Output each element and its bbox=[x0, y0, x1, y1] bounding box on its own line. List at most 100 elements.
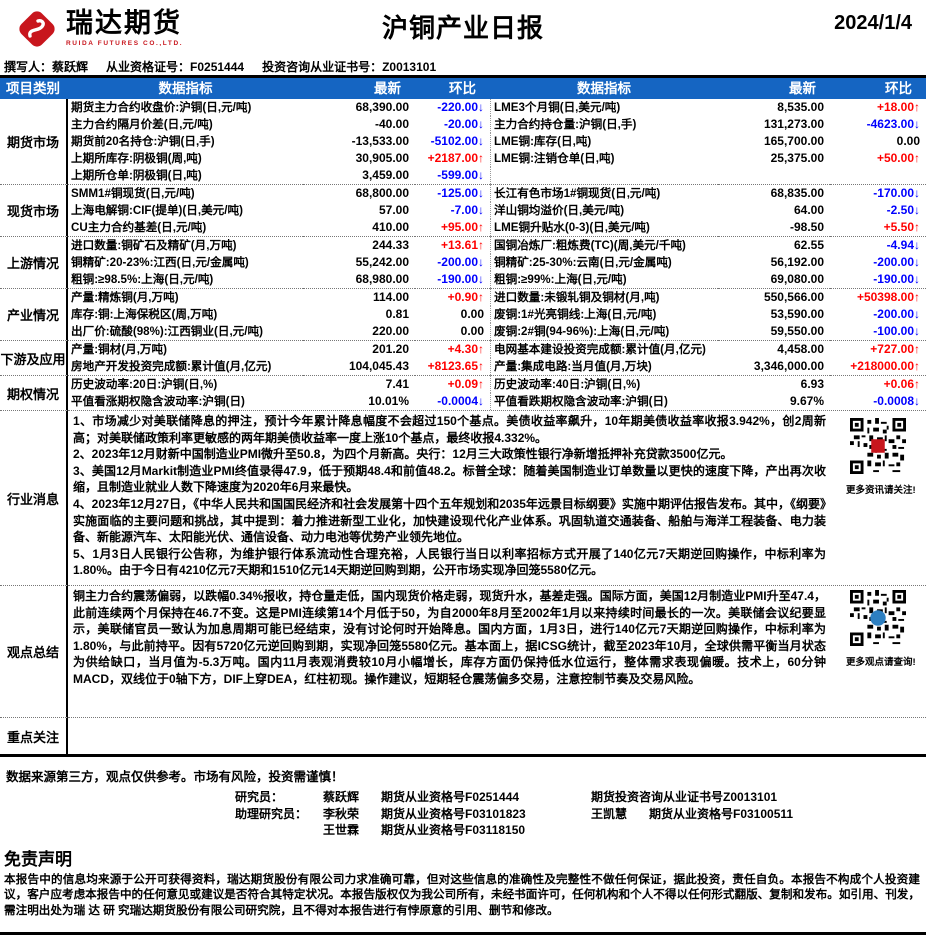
writer-cert: 从业资格证号：F0251444 bbox=[106, 60, 245, 74]
indicator-change: -4623.00↓ bbox=[866, 117, 920, 131]
indicator-label: 铜精矿:25-30%:云南(日,元/金属吨) bbox=[490, 254, 718, 271]
indicator-label: 平值看涨期权隐含波动率:沪铜(日) bbox=[71, 395, 245, 408]
indicator-value: 68,835.00 bbox=[718, 184, 830, 202]
indicator-value: 4,458.00 bbox=[718, 340, 830, 358]
disclaimer-title: 免责声明 bbox=[4, 849, 72, 869]
researcher-name: 蔡跃辉 bbox=[323, 790, 360, 804]
indicator-change: +727.00↑ bbox=[830, 340, 926, 358]
indicator-value: 64.00 bbox=[793, 203, 824, 217]
indicator-change: +8123.65↑ bbox=[427, 359, 484, 373]
researcher-cert: 期货从业资格号F03101823 bbox=[381, 806, 526, 821]
researcher-cert: 期货从业资格号F03118150 bbox=[381, 823, 526, 837]
indicator-table: 瑞达研究 项目类别 数据指标 最新 环比 数据指标 最新 环比 期货市场 期货主力… bbox=[0, 75, 926, 757]
indicator-change: +95.00↑ bbox=[440, 220, 484, 234]
indicator-change: -2.50↓ bbox=[886, 203, 920, 217]
category-label: 上游情况 bbox=[0, 236, 68, 288]
indicator-label: 废铜:2#铜(94-96%):上海(日,元/吨) bbox=[490, 323, 718, 340]
indicator-value: 68,800.00 bbox=[303, 184, 415, 202]
indicator-change: -599.00↓ bbox=[437, 168, 484, 182]
indicator-value: -98.50 bbox=[789, 220, 824, 234]
category-label: 期权情况 bbox=[0, 375, 68, 410]
indicator-change: -0.0004↓ bbox=[437, 394, 484, 408]
advisory-cert: 投资咨询从业证书号：Z0013101 bbox=[262, 60, 437, 74]
disclaimer-text: 本报告中的信息均来源于公开可获得资料，瑞达期货股份有限公司力求准确可靠，但对这些… bbox=[4, 872, 920, 917]
indicator-change: -0.0008↓ bbox=[873, 394, 920, 408]
qr-code-follow-icon bbox=[850, 418, 906, 474]
qr-views-box: 更多观点请查询! bbox=[846, 590, 916, 668]
indicator-value: 201.20 bbox=[303, 340, 415, 358]
indicator-value: -40.00 bbox=[374, 117, 409, 131]
indicator-value: 57.00 bbox=[378, 203, 409, 217]
indicator-value: 68,390.00 bbox=[355, 100, 409, 114]
report-date: 2024/1/4 bbox=[834, 12, 912, 34]
indicator-label: 上期所仓单:阴极铜(日,吨) bbox=[71, 169, 202, 182]
indicator-change: -170.00↓ bbox=[830, 184, 926, 202]
indicator-label: 主力合约隔月价差(日,元/吨) bbox=[71, 118, 213, 131]
indicator-change: -100.00↓ bbox=[873, 324, 920, 338]
indicator-value: 68,980.00 bbox=[355, 272, 409, 286]
indicator-change: -4.94↓ bbox=[830, 236, 926, 254]
indicator-label: LME铜:注销仓单(日,吨) bbox=[490, 150, 718, 167]
indicator-change: 0.00 bbox=[460, 324, 484, 338]
indicator-change: +218000.00↑ bbox=[850, 359, 920, 373]
indicator-value: 114.00 bbox=[303, 288, 415, 306]
indicator-change: -190.00↓ bbox=[437, 272, 484, 286]
indicator-change: +18.00↑ bbox=[876, 100, 920, 114]
indicator-value: 244.33 bbox=[303, 236, 415, 254]
indicator-change: -125.00↓ bbox=[415, 184, 490, 202]
indicator-label: LME铜升贴水(0-3)(日,美元/吨) bbox=[490, 219, 718, 236]
indicator-change: 0.00 bbox=[896, 134, 920, 148]
indicator-value: 53,590.00 bbox=[770, 307, 824, 321]
report-header: 瑞达期货 RUIDA FUTURES CO.,LTD. 沪铜产业日报 2024/… bbox=[0, 0, 926, 58]
indicator-value: 10.01% bbox=[368, 394, 409, 408]
col-header-latest-r: 最新 bbox=[718, 78, 830, 99]
researcher-name2: 王凯慧 bbox=[591, 806, 628, 821]
indicator-change: +0.09↑ bbox=[415, 375, 490, 393]
news-line: 5、1月3日人民银行公告称，为维护银行体系流动性合理充裕，人民银行当日以利率招标… bbox=[73, 546, 826, 578]
qr-follow-box: 更多资讯请关注! bbox=[846, 418, 916, 496]
indicator-value: 220.00 bbox=[372, 324, 409, 338]
indicator-change: -5102.00↓ bbox=[430, 134, 484, 148]
indicator-label: 粗铜:≥99%:上海(日,元/吨) bbox=[490, 271, 718, 288]
indicator-label: 长江有色市场1#铜现货(日,元/吨) bbox=[490, 184, 718, 202]
news-line: 1、市场减少对美联储降息的押注，预计今年累计降息幅度不会超过150个基点。美债收… bbox=[73, 414, 826, 445]
indicator-change: -7.00↓ bbox=[450, 203, 484, 217]
indicator-label: 铜精矿:20-23%:江西(日,元/金属吨) bbox=[71, 256, 249, 269]
indicator-value: 30,905.00 bbox=[355, 151, 409, 165]
col-header-indicator-l: 数据指标 bbox=[68, 78, 303, 99]
researcher-row: 王世霖 期货从业资格号F03118150 bbox=[235, 822, 926, 839]
indicator-change: -190.00↓ bbox=[873, 272, 920, 286]
col-header-change-l: 环比 bbox=[415, 78, 490, 99]
category-label: 行业消息 bbox=[0, 410, 68, 585]
indicator-change: +2187.00↑ bbox=[427, 151, 484, 165]
data-source-note: 数据来源第三方，观点仅供参考。市场有风险，投资需谨慎！ bbox=[6, 770, 344, 784]
page-title: 沪铜产业日报 bbox=[381, 13, 544, 43]
indicator-change: 0.00 bbox=[460, 307, 484, 321]
indicator-value: 25,375.00 bbox=[770, 151, 824, 165]
qr-follow-caption: 更多资讯请关注! bbox=[846, 485, 916, 496]
indicator-label: 废铜:1#光亮铜线:上海(日,元/吨) bbox=[490, 306, 718, 323]
indicator-label: LME3个月铜(日,美元/吨) bbox=[490, 99, 718, 116]
indicator-change bbox=[830, 167, 926, 184]
indicator-label: 电网基本建设投资完成额:累计值(月,亿元) bbox=[490, 340, 718, 358]
indicator-label: 主力合约持仓量:沪铜(日,手) bbox=[490, 116, 718, 133]
section-text bbox=[68, 717, 926, 754]
section-text: 铜主力合约震荡偏弱，以跌幅0.34%报收，持仓量走低，国内现货价格走弱，现货升水… bbox=[68, 585, 926, 717]
indicator-change: +0.90↑ bbox=[415, 288, 490, 306]
indicator-value: 62.55 bbox=[718, 236, 830, 254]
indicator-label: 进口数量:未锻轧铜及铜材(月,吨) bbox=[490, 288, 718, 306]
indicator-value: 3,346,000.00 bbox=[753, 359, 824, 373]
indicator-value: 104,045.43 bbox=[348, 359, 409, 373]
indicator-change: +5.50↑ bbox=[883, 220, 920, 234]
indicator-value bbox=[718, 167, 830, 184]
report-page: 瑞达期货 RUIDA FUTURES CO.,LTD. 沪铜产业日报 2024/… bbox=[0, 0, 926, 935]
indicator-change: +4.30↑ bbox=[415, 340, 490, 358]
indicator-label: 房地产开发投资完成额:累计值(月,亿元) bbox=[71, 360, 272, 373]
indicator-change: -200.00↓ bbox=[873, 307, 920, 321]
indicator-change: -220.00↓ bbox=[437, 100, 484, 114]
col-header-indicator-r: 数据指标 bbox=[490, 78, 718, 99]
indicator-label: 库存:铜:上海保税区(周,万吨) bbox=[71, 308, 218, 321]
writer-name: 撰写人：蔡跃辉 bbox=[4, 60, 89, 74]
indicator-label: 进口数量:铜矿石及精矿(月,万吨) bbox=[68, 236, 303, 254]
indicator-value: 0.81 bbox=[385, 307, 409, 321]
